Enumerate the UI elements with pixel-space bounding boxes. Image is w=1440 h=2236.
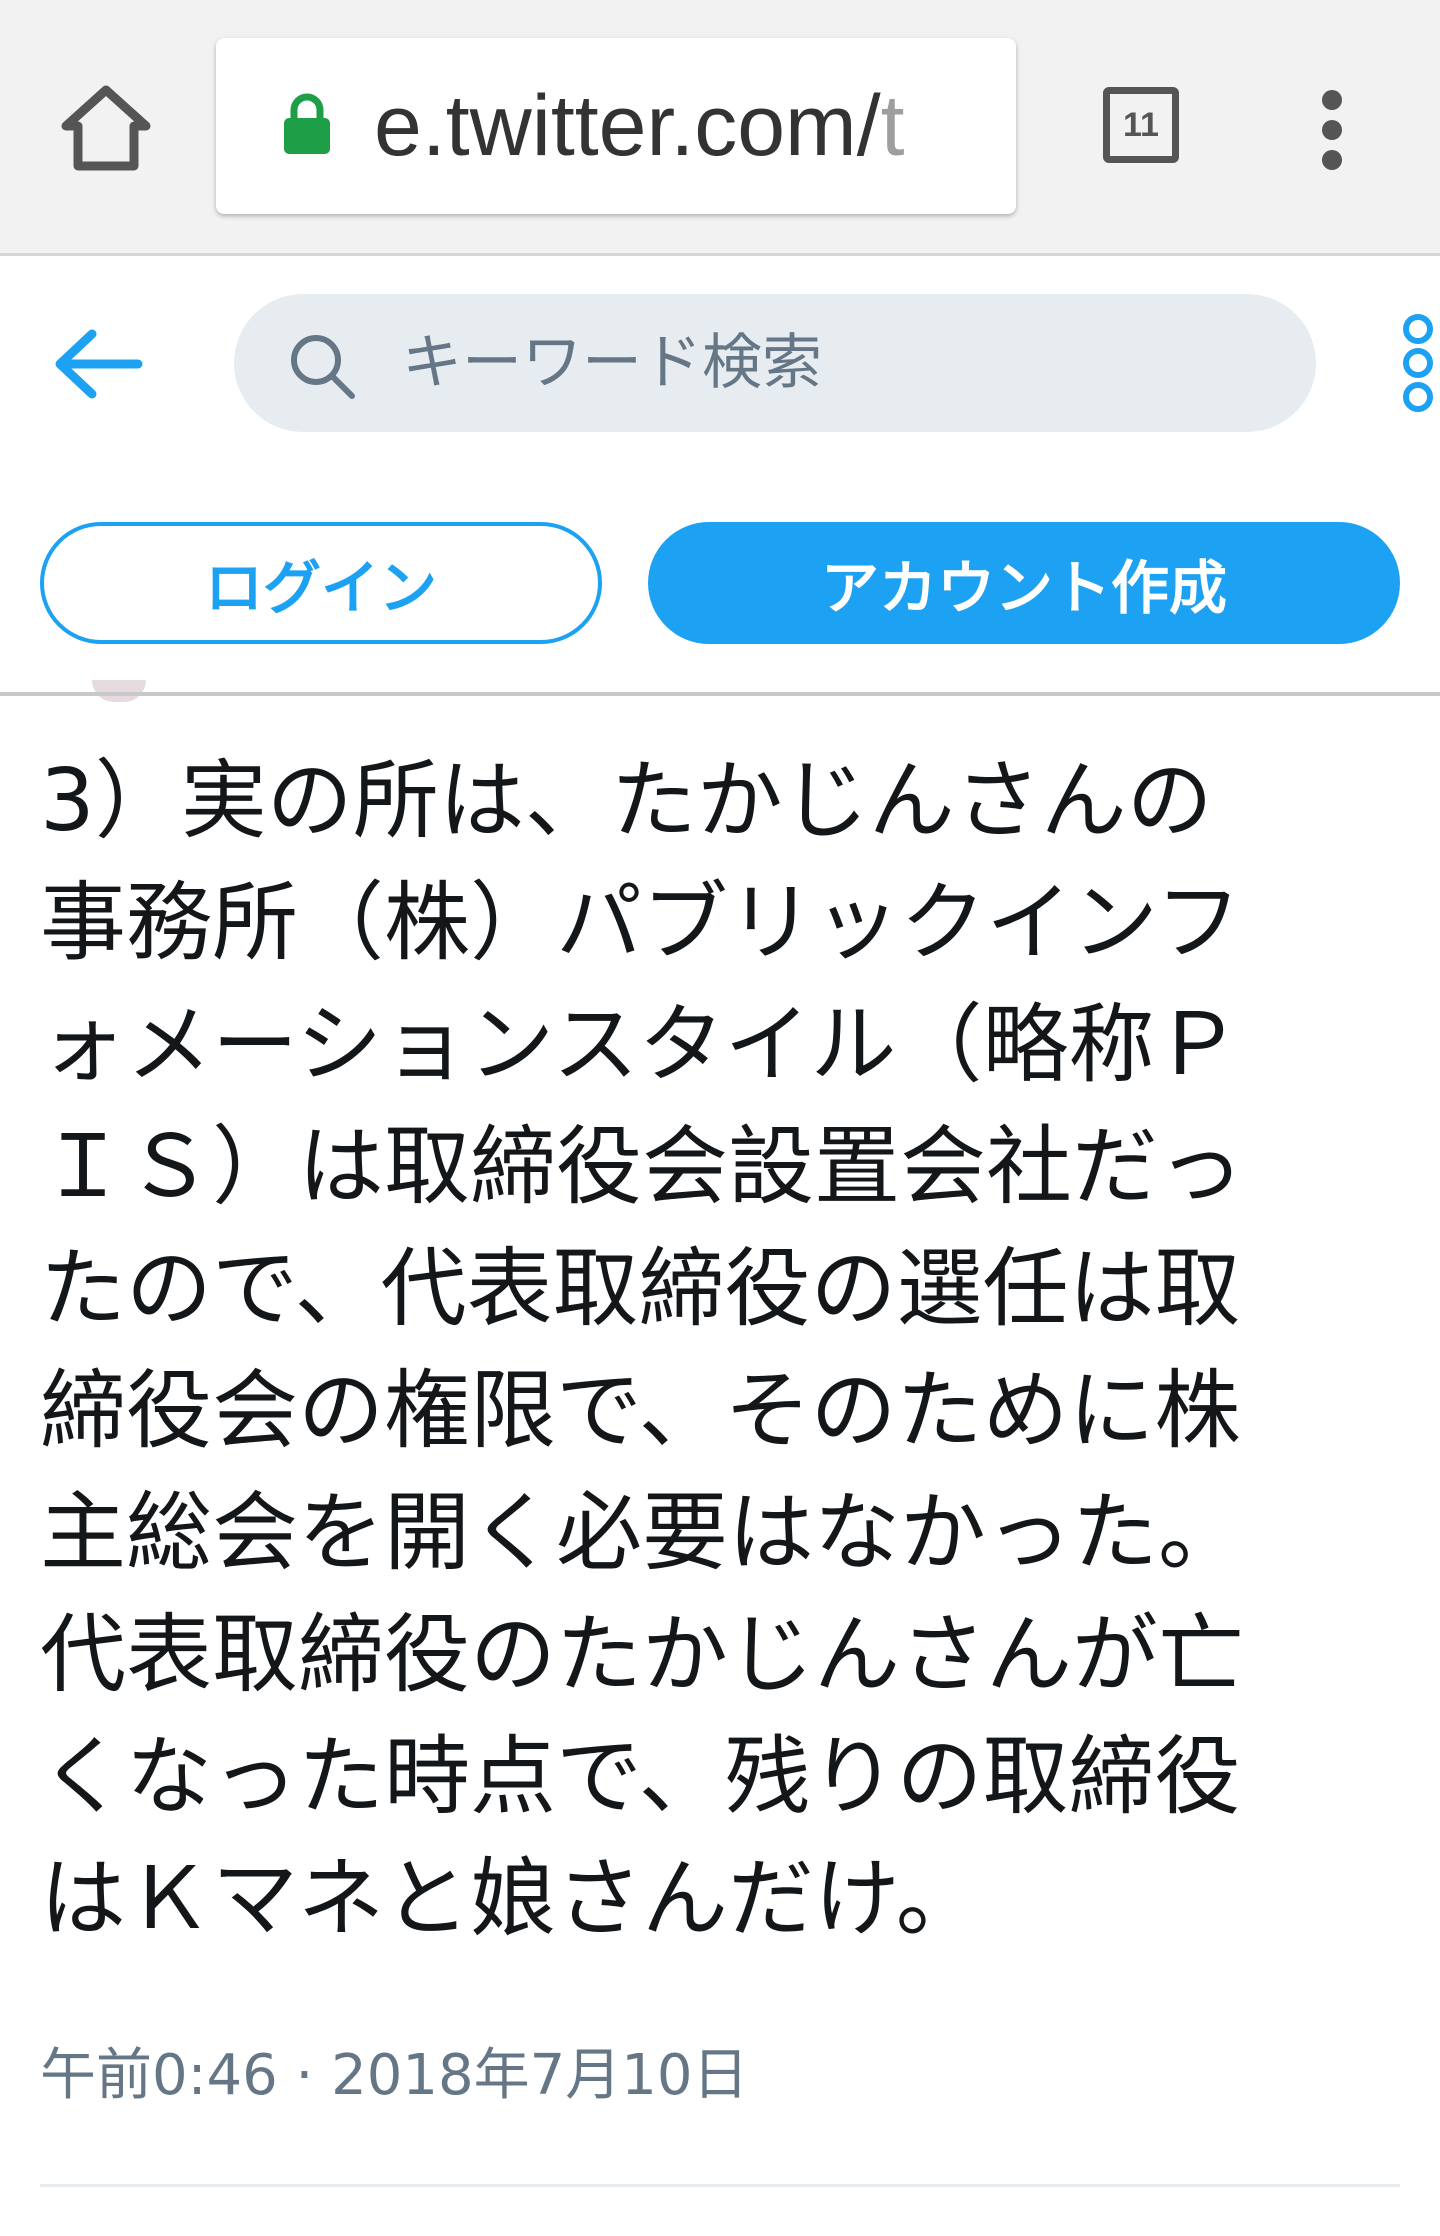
- url-text: e.twitter.com/t: [374, 38, 905, 214]
- tweet-divider: [40, 2184, 1400, 2187]
- search-icon: [291, 335, 355, 399]
- search-bar[interactable]: [234, 294, 1316, 432]
- overflow-menu-icon[interactable]: [1310, 90, 1354, 170]
- url-path: t: [880, 78, 905, 174]
- search-input[interactable]: [402, 294, 1262, 432]
- tweet-text: 3）実の所は、たかじんさんの 事務所（株）パブリックインフ ォメーションスタイル…: [40, 740, 1380, 1960]
- tweet-line: 事務所（株）パブリックインフ: [40, 873, 1242, 973]
- signup-button[interactable]: アカウント作成: [648, 522, 1400, 644]
- tweet-line: はＫマネと娘さんだけ。: [40, 1849, 982, 1949]
- tweet-line: 主総会を開く必要はなかった。: [40, 1483, 1244, 1583]
- tab-count: 11: [1123, 106, 1159, 144]
- tweet-line: 締役会の権限で、そのために株: [40, 1361, 1241, 1461]
- tweet-line: たので、代表取締役の選任は取: [40, 1239, 1241, 1339]
- browser-toolbar: e.twitter.com/t 11: [0, 0, 1440, 256]
- more-icon[interactable]: [1402, 314, 1438, 414]
- header-divider: [0, 692, 1440, 696]
- lock-icon: [284, 93, 330, 154]
- tweet-line: 3）実の所は、たかじんさんの: [40, 751, 1213, 851]
- login-button[interactable]: ログイン: [40, 522, 602, 644]
- tweet-line: 代表取締役のたかじんさんが亡: [40, 1605, 1244, 1705]
- tweet-line: ＩＳ）は取締役会設置会社だっ: [40, 1117, 1244, 1217]
- back-arrow-icon[interactable]: [52, 326, 144, 402]
- tweet-line: ォメーションスタイル（略称Ｐ: [40, 995, 1241, 1095]
- avatar: [92, 680, 146, 702]
- address-bar[interactable]: e.twitter.com/t: [216, 38, 1016, 214]
- tab-switcher-icon[interactable]: 11: [1103, 87, 1179, 163]
- tweet-line: くなった時点で、残りの取締役: [40, 1727, 1241, 1827]
- home-icon[interactable]: [60, 82, 152, 174]
- tweet-timestamp[interactable]: 午前0:46 · 2018年7月10日: [40, 2030, 749, 2111]
- url-host: e.twitter.com/: [374, 78, 881, 174]
